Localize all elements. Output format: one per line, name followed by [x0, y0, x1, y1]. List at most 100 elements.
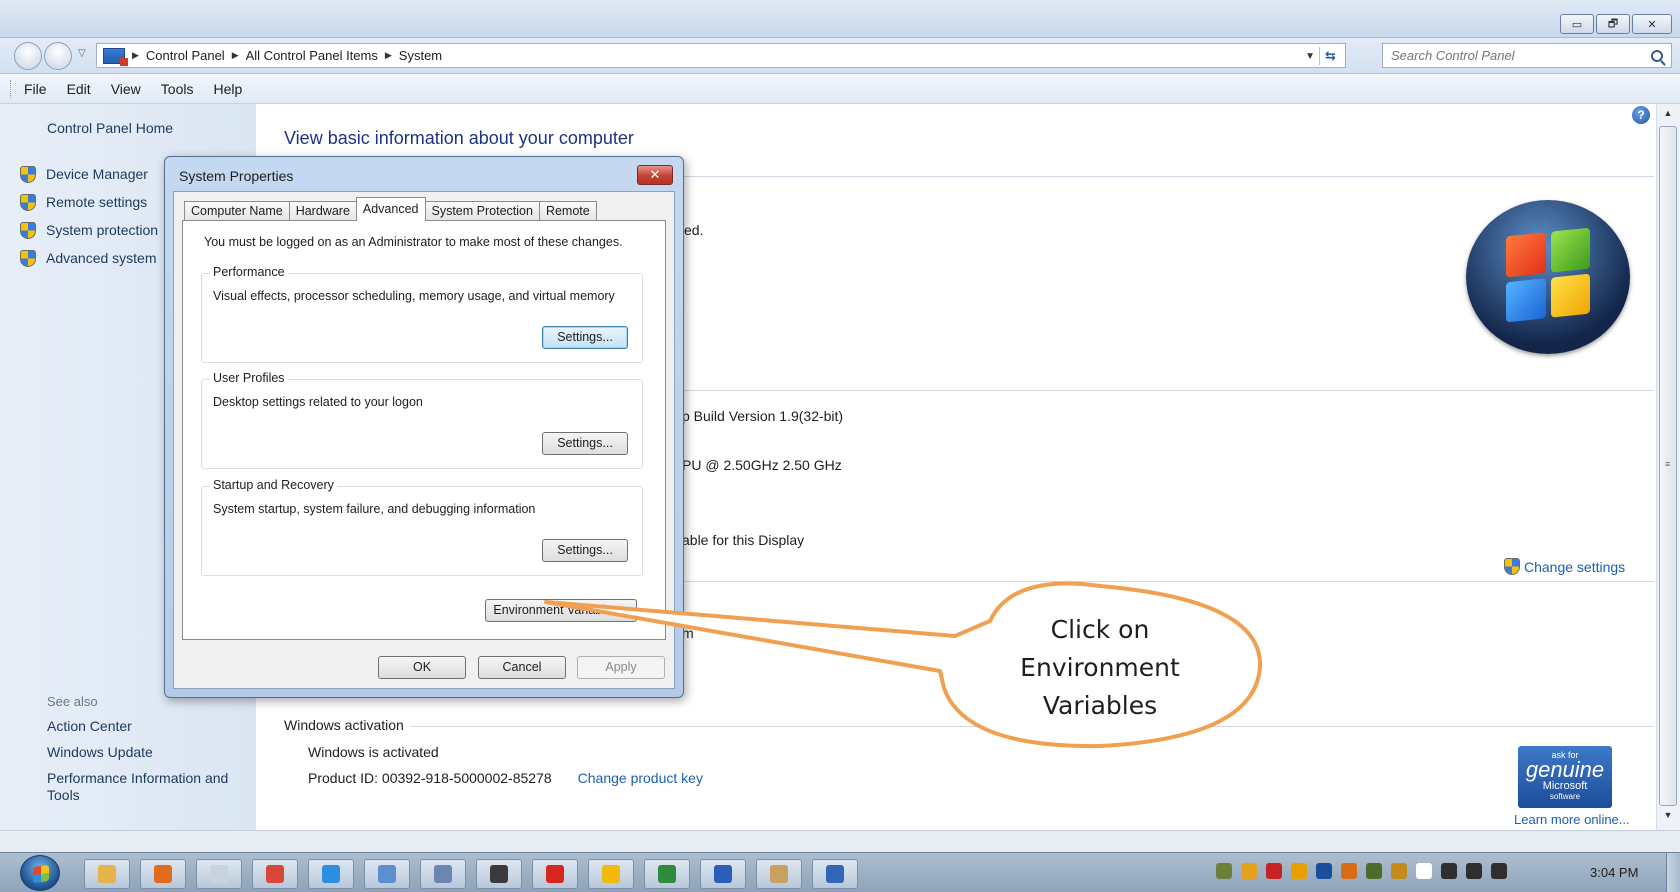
- taskbar-app-button[interactable]: [196, 859, 242, 889]
- system-build-text: p Build Version 1.9(32-bit): [682, 408, 844, 424]
- menu-file[interactable]: File: [24, 81, 47, 97]
- ok-button[interactable]: OK: [378, 656, 466, 679]
- taskbar-app-button[interactable]: [700, 859, 746, 889]
- dialog-title: System Properties: [179, 168, 294, 184]
- windows-flag-icon: [1506, 227, 1590, 323]
- tray-icon[interactable]: [1216, 863, 1232, 879]
- address-actions: ▼ ⇆: [1305, 47, 1341, 65]
- address-bar[interactable]: ▶ Control Panel ▶ All Control Panel Item…: [96, 43, 1346, 68]
- tray-icon[interactable]: [1341, 863, 1357, 879]
- taskbar-app-button[interactable]: [308, 859, 354, 889]
- link-action-center[interactable]: Action Center: [47, 718, 247, 735]
- task-remote-settings[interactable]: Remote settings: [20, 188, 158, 216]
- tray-icon[interactable]: [1241, 863, 1257, 879]
- recent-pages-chevron-icon[interactable]: ▽: [78, 48, 86, 59]
- tray-icon[interactable]: [1266, 863, 1282, 879]
- shield-icon: [20, 221, 36, 239]
- see-also-links: Action Center Windows Update Performance…: [47, 718, 247, 813]
- environment-variables-button[interactable]: Environment Variables...: [485, 599, 637, 622]
- maximize-button[interactable]: 🗗: [1596, 14, 1630, 34]
- startup-recovery-group: Startup and Recovery System startup, sys…: [201, 478, 643, 576]
- system-tray: [1216, 863, 1507, 879]
- task-advanced-system-settings[interactable]: Advanced system: [20, 244, 158, 272]
- tray-icon[interactable]: [1416, 863, 1432, 879]
- forward-button[interactable]: [44, 42, 72, 70]
- breadcrumb-arrow-icon[interactable]: ▶: [385, 50, 392, 61]
- breadcrumb-control-panel[interactable]: Control Panel: [146, 48, 225, 63]
- tab-remote[interactable]: Remote: [538, 201, 597, 221]
- dialog-close-button[interactable]: ✕: [637, 165, 673, 185]
- menu-view[interactable]: View: [111, 81, 141, 97]
- breadcrumb-arrow-icon[interactable]: ▶: [132, 50, 139, 61]
- taskbar-app-button[interactable]: [756, 859, 802, 889]
- close-button[interactable]: ✕: [1632, 14, 1672, 34]
- tray-icon[interactable]: [1316, 863, 1332, 879]
- apply-button[interactable]: Apply: [577, 656, 665, 679]
- tray-icon[interactable]: [1291, 863, 1307, 879]
- breadcrumb-all-items[interactable]: All Control Panel Items: [246, 48, 378, 63]
- link-performance-info[interactable]: Performance Information and Tools: [47, 770, 247, 804]
- back-button[interactable]: [14, 42, 42, 70]
- taskbar-app-button[interactable]: [140, 859, 186, 889]
- search-box[interactable]: [1382, 43, 1672, 68]
- taskbar-app-button[interactable]: [84, 859, 130, 889]
- group-label: Startup and Recovery: [210, 478, 337, 492]
- scroll-thumb[interactable]: ≡: [1659, 126, 1677, 806]
- user-profiles-settings-button[interactable]: Settings...: [542, 432, 628, 455]
- link-windows-update[interactable]: Windows Update: [47, 744, 247, 761]
- start-button[interactable]: [20, 855, 60, 891]
- advanced-tab-panel: You must be logged on as an Administrato…: [182, 220, 666, 640]
- tab-computer-name[interactable]: Computer Name: [184, 201, 290, 221]
- menu-help[interactable]: Help: [213, 81, 242, 97]
- dialog-body: Computer Name Hardware Advanced System P…: [173, 191, 675, 689]
- tab-system-protection[interactable]: System Protection: [424, 201, 540, 221]
- clock[interactable]: 3:04 PM: [1590, 865, 1638, 880]
- taskbar-app-button[interactable]: [588, 859, 634, 889]
- menu-bar: File Edit View Tools Help: [0, 74, 1680, 104]
- taskbar-app-button[interactable]: [532, 859, 578, 889]
- show-desktop-button[interactable]: [1666, 853, 1680, 892]
- tray-icon[interactable]: [1466, 863, 1482, 879]
- search-icon[interactable]: [1651, 49, 1663, 62]
- window-titlebar: ▭ 🗗 ✕: [0, 0, 1680, 38]
- taskbar-app-button[interactable]: [644, 859, 690, 889]
- change-product-key-link[interactable]: Change product key: [578, 770, 703, 786]
- tray-icon[interactable]: [1366, 863, 1382, 879]
- taskbar-app-button[interactable]: [364, 859, 410, 889]
- tab-hardware[interactable]: Hardware: [288, 201, 357, 221]
- address-dropdown-icon[interactable]: ▼: [1305, 51, 1315, 62]
- tray-icon[interactable]: [1391, 863, 1407, 879]
- menu-tools[interactable]: Tools: [161, 81, 194, 97]
- taskbar-app-button[interactable]: [812, 859, 858, 889]
- task-device-manager[interactable]: Device Manager: [20, 160, 158, 188]
- change-settings-link[interactable]: Change settings: [1504, 558, 1625, 575]
- vertical-scrollbar[interactable]: ▲ ≡ ▼: [1656, 104, 1680, 830]
- tab-advanced[interactable]: Advanced: [355, 197, 426, 221]
- task-system-protection[interactable]: System protection: [20, 216, 158, 244]
- activation-header: Windows activation: [284, 717, 410, 733]
- cancel-button[interactable]: Cancel: [478, 656, 566, 679]
- task-label: System protection: [46, 222, 159, 238]
- app-icon: [546, 865, 564, 883]
- taskbar-app-button[interactable]: [252, 859, 298, 889]
- learn-more-link[interactable]: Learn more online...: [1514, 812, 1630, 827]
- breadcrumb-system[interactable]: System: [399, 48, 442, 63]
- tray-icon[interactable]: [1491, 863, 1507, 879]
- taskbar-app-button[interactable]: [420, 859, 466, 889]
- refresh-icon[interactable]: ⇆: [1319, 47, 1341, 65]
- search-input[interactable]: [1391, 48, 1631, 63]
- shield-icon: [20, 249, 36, 267]
- breadcrumb-arrow-icon[interactable]: ▶: [232, 50, 239, 61]
- control-panel-home-link[interactable]: Control Panel Home: [47, 120, 173, 136]
- menu-edit[interactable]: Edit: [67, 81, 91, 97]
- minimize-button[interactable]: ▭: [1560, 14, 1594, 34]
- help-icon[interactable]: ?: [1632, 106, 1650, 124]
- scroll-up-icon[interactable]: ▲: [1661, 108, 1675, 122]
- startup-recovery-settings-button[interactable]: Settings...: [542, 539, 628, 562]
- taskbar-app-button[interactable]: [476, 859, 522, 889]
- navigation-bar: ▽ ▶ Control Panel ▶ All Control Panel It…: [0, 38, 1680, 74]
- tray-icon[interactable]: [1441, 863, 1457, 879]
- performance-settings-button[interactable]: Settings...: [542, 326, 628, 349]
- scroll-down-icon[interactable]: ▼: [1661, 810, 1675, 824]
- genuine-microsoft-badge[interactable]: ask for genuine Microsoft software: [1518, 746, 1612, 808]
